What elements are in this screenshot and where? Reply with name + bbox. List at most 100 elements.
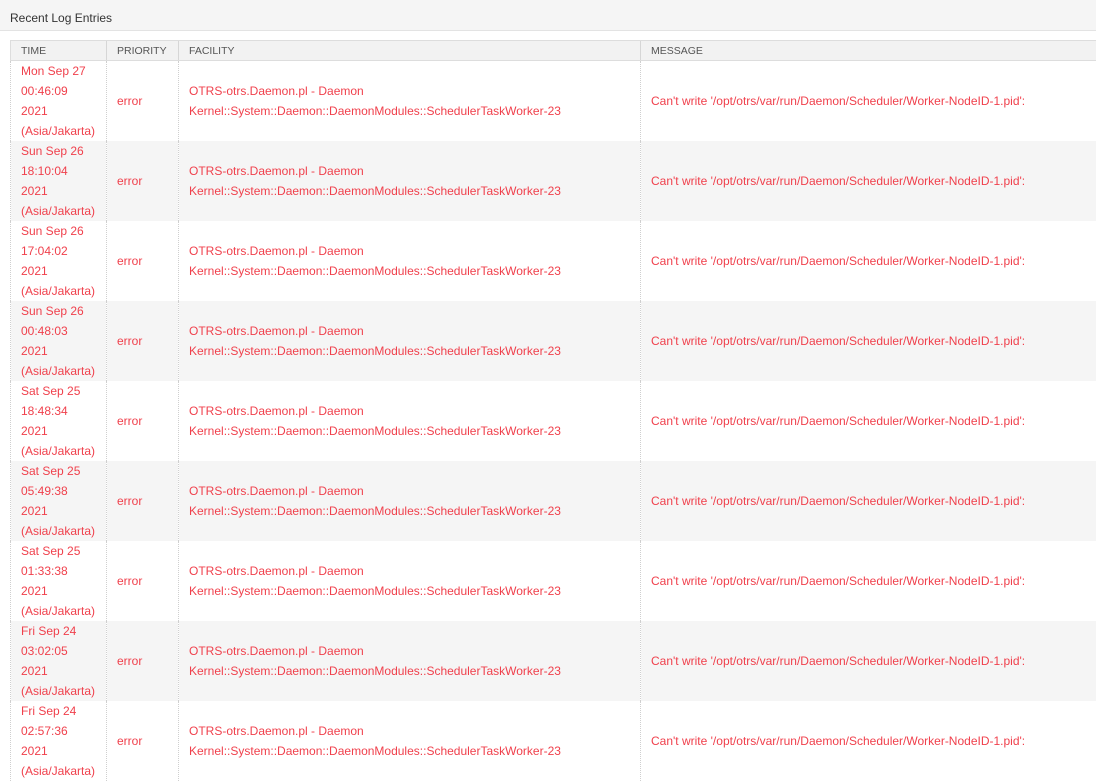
message-cell: Can't write '/opt/otrs/var/run/Daemon/Sc… (640, 141, 1096, 221)
time-day: Fri Sep 24 (21, 704, 77, 718)
time-year: 2021 (21, 504, 48, 518)
time-cell: Fri Sep 24 03:02:05 2021 (Asia/Jakarta) (10, 621, 107, 701)
priority-cell: error (106, 301, 179, 381)
priority-cell: error (106, 381, 179, 461)
facility-cell: OTRS-otrs.Daemon.pl - Daemon Kernel::Sys… (178, 701, 641, 781)
column-header-facility[interactable]: FACILITY (178, 40, 641, 61)
facility-line: OTRS-otrs.Daemon.pl - Daemon (189, 244, 364, 258)
facility-cell: OTRS-otrs.Daemon.pl - Daemon Kernel::Sys… (178, 60, 641, 141)
priority-cell: error (106, 701, 179, 781)
facility-cell: OTRS-otrs.Daemon.pl - Daemon Kernel::Sys… (178, 381, 641, 461)
time-zone: (Asia/Jakarta) (21, 524, 96, 538)
message-cell: Can't write '/opt/otrs/var/run/Daemon/Sc… (640, 221, 1096, 301)
time-cell: Sat Sep 25 05:49:38 2021 (Asia/Jakarta) (10, 461, 107, 541)
column-header-message[interactable]: MESSAGE (640, 40, 1096, 61)
log-table-container: TIME PRIORITY FACILITY MESSAGE Mon Sep 2… (10, 40, 1096, 781)
table-header-row: TIME PRIORITY FACILITY MESSAGE (10, 40, 1096, 61)
priority-cell: error (106, 541, 179, 621)
time-year: 2021 (21, 664, 48, 678)
facility-line: OTRS-otrs.Daemon.pl - Daemon (189, 484, 364, 498)
time-zone: (Asia/Jakarta) (21, 684, 96, 698)
column-header-time[interactable]: TIME (10, 40, 107, 61)
time-day: Sat Sep 25 (21, 464, 81, 478)
time-cell: Sat Sep 25 01:33:38 2021 (Asia/Jakarta) (10, 541, 107, 621)
priority-cell: error (106, 221, 179, 301)
facility-line: Kernel::System::Daemon::DaemonModules::S… (189, 424, 561, 438)
time-day: Sat Sep 25 (21, 384, 81, 398)
message-cell: Can't write '/opt/otrs/var/run/Daemon/Sc… (640, 60, 1096, 141)
table-header: TIME PRIORITY FACILITY MESSAGE (10, 40, 1096, 61)
panel-header: Recent Log Entries (0, 0, 1096, 31)
time-year: 2021 (21, 264, 48, 278)
facility-cell: OTRS-otrs.Daemon.pl - Daemon Kernel::Sys… (178, 301, 641, 381)
time-zone: (Asia/Jakarta) (21, 124, 96, 138)
facility-cell: OTRS-otrs.Daemon.pl - Daemon Kernel::Sys… (178, 221, 641, 301)
time-clock: 01:33:38 (21, 564, 68, 578)
facility-cell: OTRS-otrs.Daemon.pl - Daemon Kernel::Sys… (178, 141, 641, 221)
priority-cell: error (106, 621, 179, 701)
facility-line: Kernel::System::Daemon::DaemonModules::S… (189, 344, 561, 358)
priority-cell: error (106, 141, 179, 221)
facility-line: Kernel::System::Daemon::DaemonModules::S… (189, 184, 561, 198)
time-zone: (Asia/Jakarta) (21, 364, 96, 378)
facility-line: OTRS-otrs.Daemon.pl - Daemon (189, 404, 364, 418)
facility-line: Kernel::System::Daemon::DaemonModules::S… (189, 584, 561, 598)
message-cell: Can't write '/opt/otrs/var/run/Daemon/Sc… (640, 301, 1096, 381)
table-row[interactable]: Sat Sep 25 05:49:38 2021 (Asia/Jakarta) … (10, 461, 1096, 541)
facility-line: OTRS-otrs.Daemon.pl - Daemon (189, 324, 364, 338)
facility-line: Kernel::System::Daemon::DaemonModules::S… (189, 744, 561, 758)
priority-cell: error (106, 461, 179, 541)
time-clock: 05:49:38 (21, 484, 68, 498)
facility-line: OTRS-otrs.Daemon.pl - Daemon (189, 84, 364, 98)
time-day: Sat Sep 25 (21, 544, 81, 558)
facility-line: OTRS-otrs.Daemon.pl - Daemon (189, 644, 364, 658)
table-row[interactable]: Sun Sep 26 17:04:02 2021 (Asia/Jakarta) … (10, 221, 1096, 301)
time-clock: 03:02:05 (21, 644, 68, 658)
facility-line: Kernel::System::Daemon::DaemonModules::S… (189, 504, 561, 518)
time-clock: 00:46:09 (21, 84, 68, 98)
time-zone: (Asia/Jakarta) (21, 284, 96, 298)
facility-cell: OTRS-otrs.Daemon.pl - Daemon Kernel::Sys… (178, 461, 641, 541)
time-cell: Sun Sep 26 17:04:02 2021 (Asia/Jakarta) (10, 221, 107, 301)
facility-line: OTRS-otrs.Daemon.pl - Daemon (189, 724, 364, 738)
log-table: TIME PRIORITY FACILITY MESSAGE Mon Sep 2… (10, 40, 1096, 781)
facility-cell: OTRS-otrs.Daemon.pl - Daemon Kernel::Sys… (178, 541, 641, 621)
time-zone: (Asia/Jakarta) (21, 204, 96, 218)
table-row[interactable]: Sun Sep 26 00:48:03 2021 (Asia/Jakarta) … (10, 301, 1096, 381)
table-row[interactable]: Sat Sep 25 01:33:38 2021 (Asia/Jakarta) … (10, 541, 1096, 621)
time-clock: 17:04:02 (21, 244, 68, 258)
table-row[interactable]: Mon Sep 27 00:46:09 2021 (Asia/Jakarta) … (10, 60, 1096, 141)
time-cell: Sat Sep 25 18:48:34 2021 (Asia/Jakarta) (10, 381, 107, 461)
message-cell: Can't write '/opt/otrs/var/run/Daemon/Sc… (640, 621, 1096, 701)
facility-cell: OTRS-otrs.Daemon.pl - Daemon Kernel::Sys… (178, 621, 641, 701)
time-year: 2021 (21, 184, 48, 198)
time-day: Fri Sep 24 (21, 624, 77, 638)
message-cell: Can't write '/opt/otrs/var/run/Daemon/Sc… (640, 701, 1096, 781)
table-row[interactable]: Sat Sep 25 18:48:34 2021 (Asia/Jakarta) … (10, 381, 1096, 461)
facility-line: Kernel::System::Daemon::DaemonModules::S… (189, 264, 561, 278)
priority-cell: error (106, 60, 179, 141)
column-header-priority[interactable]: PRIORITY (106, 40, 179, 61)
time-clock: 02:57:36 (21, 724, 68, 738)
time-year: 2021 (21, 424, 48, 438)
message-cell: Can't write '/opt/otrs/var/run/Daemon/Sc… (640, 541, 1096, 621)
time-year: 2021 (21, 344, 48, 358)
table-row[interactable]: Fri Sep 24 02:57:36 2021 (Asia/Jakarta) … (10, 701, 1096, 781)
time-clock: 18:48:34 (21, 404, 68, 418)
time-year: 2021 (21, 104, 48, 118)
time-clock: 00:48:03 (21, 324, 68, 338)
time-day: Mon Sep 27 (21, 64, 86, 78)
time-cell: Sun Sep 26 00:48:03 2021 (Asia/Jakarta) (10, 301, 107, 381)
table-row[interactable]: Sun Sep 26 18:10:04 2021 (Asia/Jakarta) … (10, 141, 1096, 221)
table-row[interactable]: Fri Sep 24 03:02:05 2021 (Asia/Jakarta) … (10, 621, 1096, 701)
time-zone: (Asia/Jakarta) (21, 764, 96, 778)
time-cell: Fri Sep 24 02:57:36 2021 (Asia/Jakarta) (10, 701, 107, 781)
table-body: Mon Sep 27 00:46:09 2021 (Asia/Jakarta) … (10, 60, 1096, 781)
facility-line: OTRS-otrs.Daemon.pl - Daemon (189, 564, 364, 578)
message-cell: Can't write '/opt/otrs/var/run/Daemon/Sc… (640, 381, 1096, 461)
message-cell: Can't write '/opt/otrs/var/run/Daemon/Sc… (640, 461, 1096, 541)
time-year: 2021 (21, 584, 48, 598)
facility-line: Kernel::System::Daemon::DaemonModules::S… (189, 664, 561, 678)
time-day: Sun Sep 26 (21, 144, 84, 158)
time-clock: 18:10:04 (21, 164, 68, 178)
